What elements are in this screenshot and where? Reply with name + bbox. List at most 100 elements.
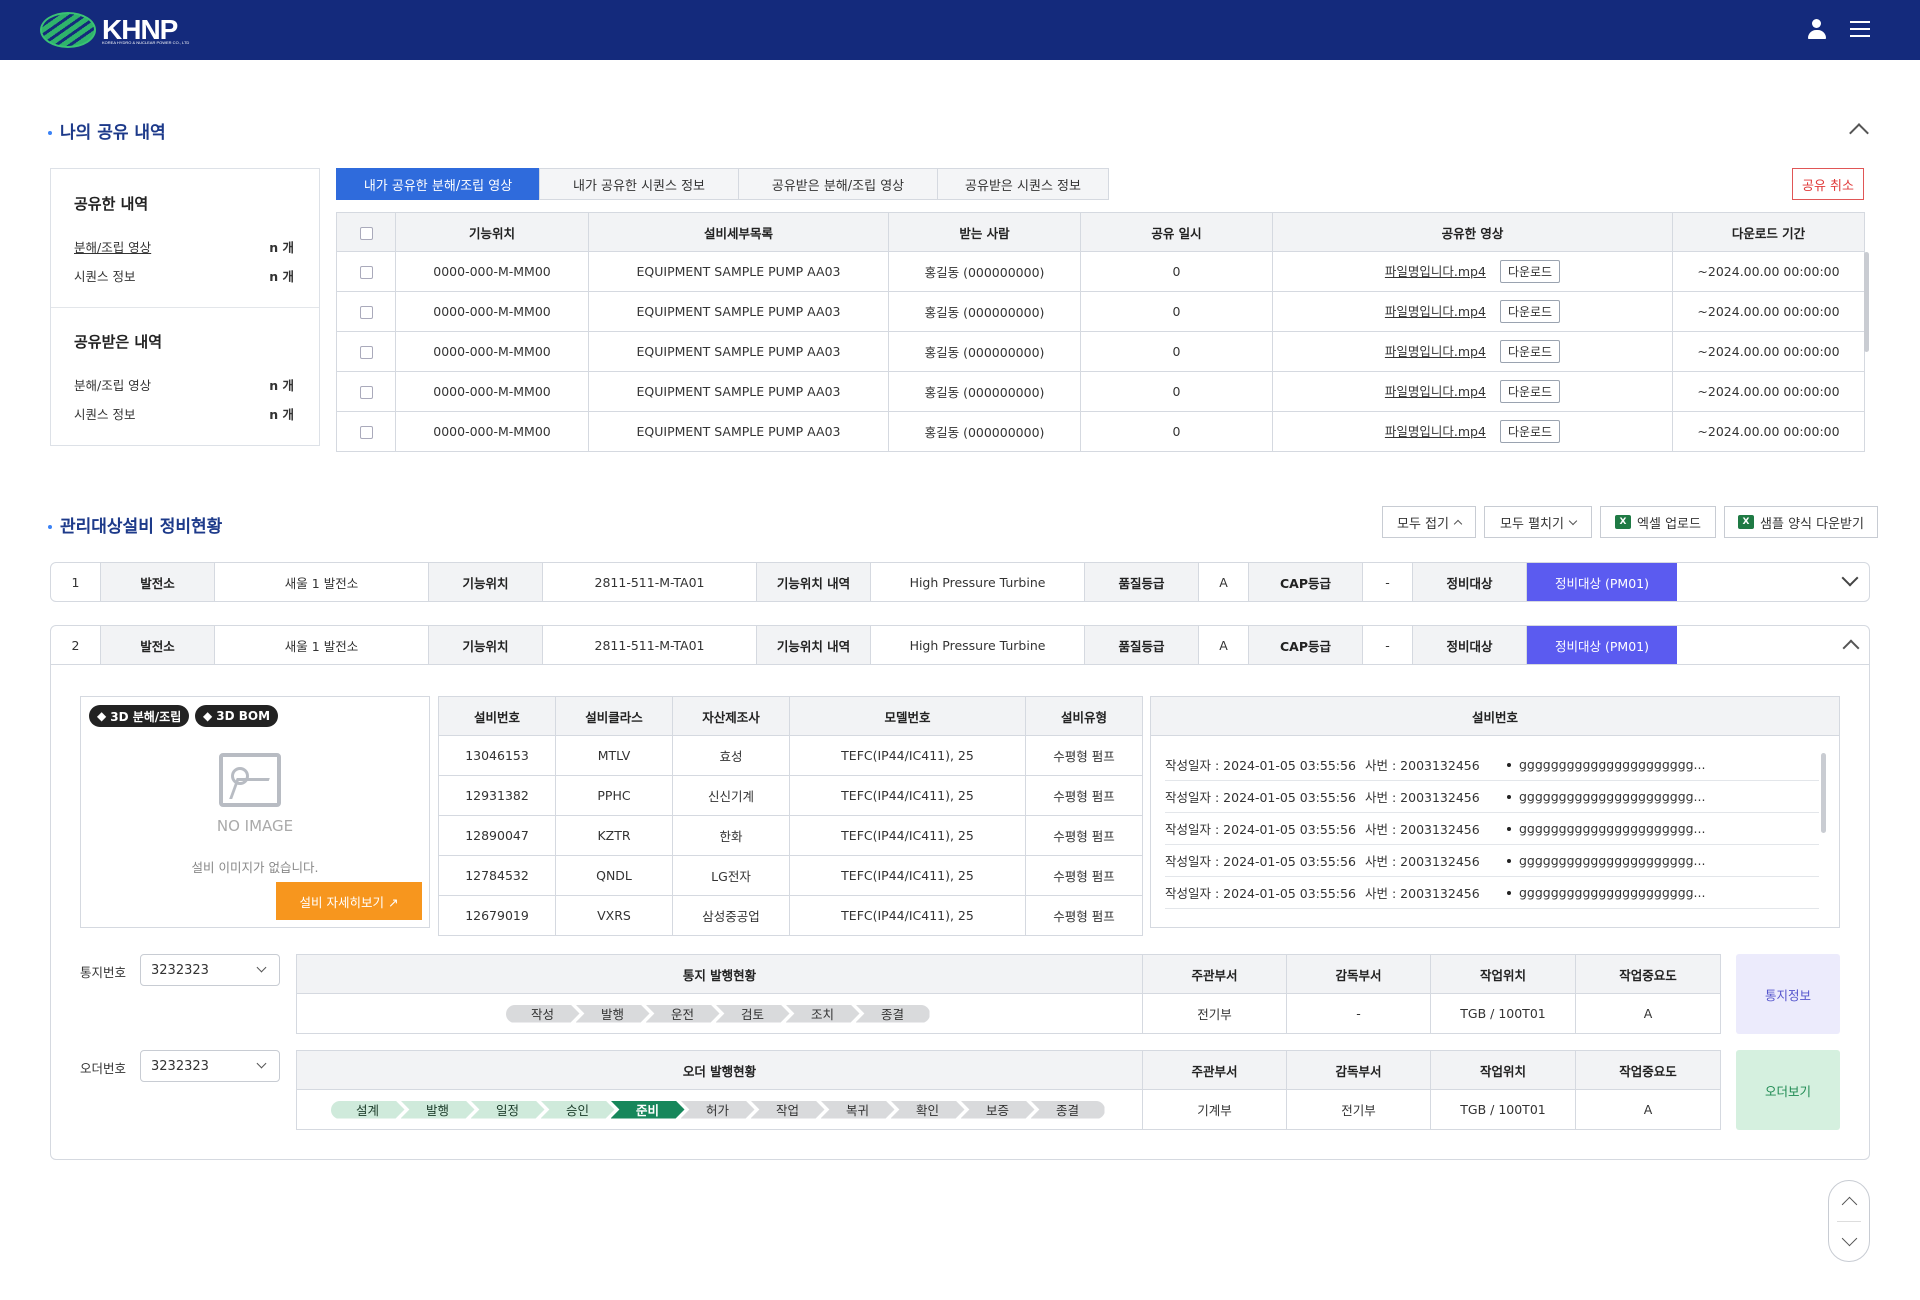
col-header: 받는 사람 (888, 212, 1081, 252)
col-header: 공유한 영상 (1272, 212, 1673, 252)
sample-download-button[interactable]: X 샘플 양식 다운받기 (1724, 506, 1878, 538)
table-row[interactable]: 12890047 KZTR 한화 TEFC(IP44/IC411), 25 수평형 펌프 (438, 815, 1143, 856)
share-tabs: 내가 공유한 분해/조립 영상 내가 공유한 시퀀스 정보 공유받은 분해/조립… (336, 168, 1109, 200)
memo-scrollbar[interactable] (1821, 753, 1826, 833)
download-button[interactable]: 다운로드 (1499, 380, 1561, 403)
row-checkbox[interactable] (336, 371, 396, 412)
row-checkbox[interactable] (336, 251, 396, 292)
val-quality-grade: A (1199, 626, 1249, 664)
cell-equip-no: 12931382 (438, 775, 556, 816)
memo-row[interactable]: 작성일자 : 2024-01-05 03:55:56 사번 : 200313245… (1165, 781, 1819, 813)
table-row[interactable]: 12931382 PPHC 신신기계 TEFC(IP44/IC411), 25 수평형 … (438, 775, 1143, 816)
download-button[interactable]: 다운로드 (1499, 340, 1561, 363)
expand-all-button[interactable]: 모두 펼치기 (1484, 506, 1592, 538)
select-all-checkbox[interactable] (336, 212, 396, 252)
file-link[interactable]: 파일명입니다.mp4 (1385, 264, 1486, 279)
user-icon[interactable] (1806, 18, 1828, 40)
file-link[interactable]: 파일명입니다.mp4 (1385, 424, 1486, 439)
cell-file: 파일명입니다.mp4 다운로드 (1272, 291, 1673, 332)
cancel-share-button[interactable]: 공유 취소 (1792, 168, 1864, 200)
order-number-select[interactable]: 3232323 (140, 1050, 280, 1082)
cell-recipient: 홍길동 (000000000) (888, 251, 1081, 292)
val-cap-grade: - (1363, 563, 1413, 601)
download-button[interactable]: 다운로드 (1499, 420, 1561, 443)
cell-model: TEFC(IP44/IC411), 25 (789, 775, 1026, 816)
khnp-logo[interactable]: KHNP KOREA HYDRO & NUCLEAR POWER CO., LT… (40, 12, 189, 48)
order-view-button[interactable]: 오더보기 (1736, 1050, 1840, 1130)
table-row[interactable]: 13046153 MTLV 효성 TEFC(IP44/IC411), 25 수평형 펌프 (438, 735, 1143, 776)
chevron-up-icon (1453, 519, 1463, 529)
step-current: 준비 (610, 1100, 685, 1119)
hamburger-menu-icon[interactable] (1850, 18, 1870, 40)
file-link[interactable]: 파일명입니다.mp4 (1385, 384, 1486, 399)
equipment-row[interactable]: 1 발전소 새울 1 발전소 기능위치 2811-511-M-TA01 기능위치… (50, 562, 1870, 602)
step: 작업 (750, 1100, 825, 1119)
col-header: 모델번호 (789, 696, 1026, 736)
cell-dept: 전기부 (1142, 993, 1287, 1034)
cell-type: 수평형 펌프 (1025, 855, 1143, 896)
cell-class: MTLV (555, 735, 673, 776)
shared-video-count[interactable]: 분해/조립 영상 n 개 (74, 237, 294, 256)
download-button[interactable]: 다운로드 (1499, 260, 1561, 283)
row-checkbox[interactable] (336, 411, 396, 452)
share-table-scrollbar[interactable] (1864, 252, 1869, 352)
collapse-all-button[interactable]: 모두 접기 (1382, 506, 1476, 538)
memo-row[interactable]: 작성일자 : 2024-01-05 03:55:56 사번 : 200313245… (1165, 813, 1819, 845)
col-header: 작업중요도 (1575, 1050, 1721, 1090)
scroll-down-icon[interactable] (1841, 1230, 1858, 1247)
step: 보증 (960, 1100, 1035, 1119)
tab-my-shared-video[interactable]: 내가 공유한 분해/조립 영상 (336, 168, 540, 200)
memo-row[interactable]: 작성일자 : 2024-01-05 03:55:56 사번 : 200313245… (1165, 749, 1819, 781)
cell-location: 0000-000-M-MM00 (395, 251, 589, 292)
received-video-count[interactable]: 분해/조립 영상 n 개 (74, 375, 294, 394)
notice-info-button[interactable]: 통지정보 (1736, 954, 1840, 1034)
step: 검토 (715, 1004, 790, 1023)
cell-manufacturer: 한화 (672, 815, 790, 856)
tab-received-sequence[interactable]: 공유받은 시퀀스 정보 (937, 168, 1109, 200)
row-checkbox[interactable] (336, 331, 396, 372)
received-sequence-count[interactable]: 시퀀스 정보 n 개 (74, 404, 294, 423)
step: 허가 (680, 1100, 755, 1119)
equipment-detail-button[interactable]: 설비 자세히보기 ↗ (276, 882, 422, 920)
file-link[interactable]: 파일명입니다.mp4 (1385, 304, 1486, 319)
download-button[interactable]: 다운로드 (1499, 300, 1561, 323)
col-header: 주관부서 (1142, 1050, 1287, 1090)
step: 복귀 (820, 1100, 895, 1119)
val-location-desc: High Pressure Turbine (871, 563, 1085, 601)
key-plant: 발전소 (101, 626, 215, 664)
table-row: 0000-000-M-MM00 EQUIPMENT SAMPLE PUMP AA… (336, 371, 1865, 412)
key-location: 기능위치 (429, 626, 543, 664)
memo-row[interactable]: 작성일자 : 2024-01-05 03:55:56 사번 : 200313245… (1165, 845, 1819, 877)
tab-my-shared-sequence[interactable]: 내가 공유한 시퀀스 정보 (539, 168, 739, 200)
scroll-up-icon[interactable] (1841, 1196, 1858, 1213)
step: 작성 (505, 1004, 580, 1023)
tag-icon: ◆ (203, 709, 213, 723)
cell-download-period: ~2024.00.00 00:00:00 (1672, 291, 1865, 332)
notice-status-table: 통지 발행현황 주관부서 감독부서 작업위치 작업중요도 작성 발행 운전 검토… (296, 954, 1721, 1034)
table-row[interactable]: 12784532 QNDL LG전자 TEFC(IP44/IC411), 25 수평형 … (438, 855, 1143, 896)
cell-share-date: 0 (1080, 371, 1273, 412)
memo-title: 설비번호 (1151, 697, 1839, 736)
val-maint-target: 정비대상 (PM01) (1527, 563, 1677, 601)
row-number: 1 (51, 563, 101, 601)
tab-received-video[interactable]: 공유받은 분해/조립 영상 (738, 168, 938, 200)
tag-3d-assembly[interactable]: ◆ 3D 분해/조립 (89, 705, 190, 727)
file-link[interactable]: 파일명입니다.mp4 (1385, 344, 1486, 359)
tag-3d-bom[interactable]: ◆ 3D BOM (195, 705, 279, 727)
memo-row[interactable]: 작성일자 : 2024-01-05 03:55:56 사번 : 200313245… (1165, 877, 1819, 909)
table-row[interactable]: 12679019 VXRS 삼성중공업 TEFC(IP44/IC411), 25 수평형… (438, 895, 1143, 936)
col-header: 설비클라스 (555, 696, 673, 736)
cell-equipment: EQUIPMENT SAMPLE PUMP AA03 (588, 371, 889, 412)
val-location: 2811-511-M-TA01 (543, 626, 757, 664)
row-checkbox[interactable] (336, 291, 396, 332)
col-header: 다운로드 기간 (1672, 212, 1865, 252)
chevron-down-icon (256, 962, 267, 973)
shared-sequence-count[interactable]: 시퀀스 정보 n 개 (74, 266, 294, 285)
equipment-row[interactable]: 2 발전소 새울 1 발전소 기능위치 2811-511-M-TA01 기능위치… (50, 625, 1870, 665)
collapse-share-section-icon[interactable] (1849, 123, 1869, 143)
cell-recipient: 홍길동 (000000000) (888, 291, 1081, 332)
cell-type: 수평형 펌프 (1025, 815, 1143, 856)
notice-number-select[interactable]: 3232323 (140, 954, 280, 986)
excel-upload-button[interactable]: X 엑셀 업로드 (1600, 506, 1716, 538)
table-row: 0000-000-M-MM00 EQUIPMENT SAMPLE PUMP AA… (336, 251, 1865, 292)
